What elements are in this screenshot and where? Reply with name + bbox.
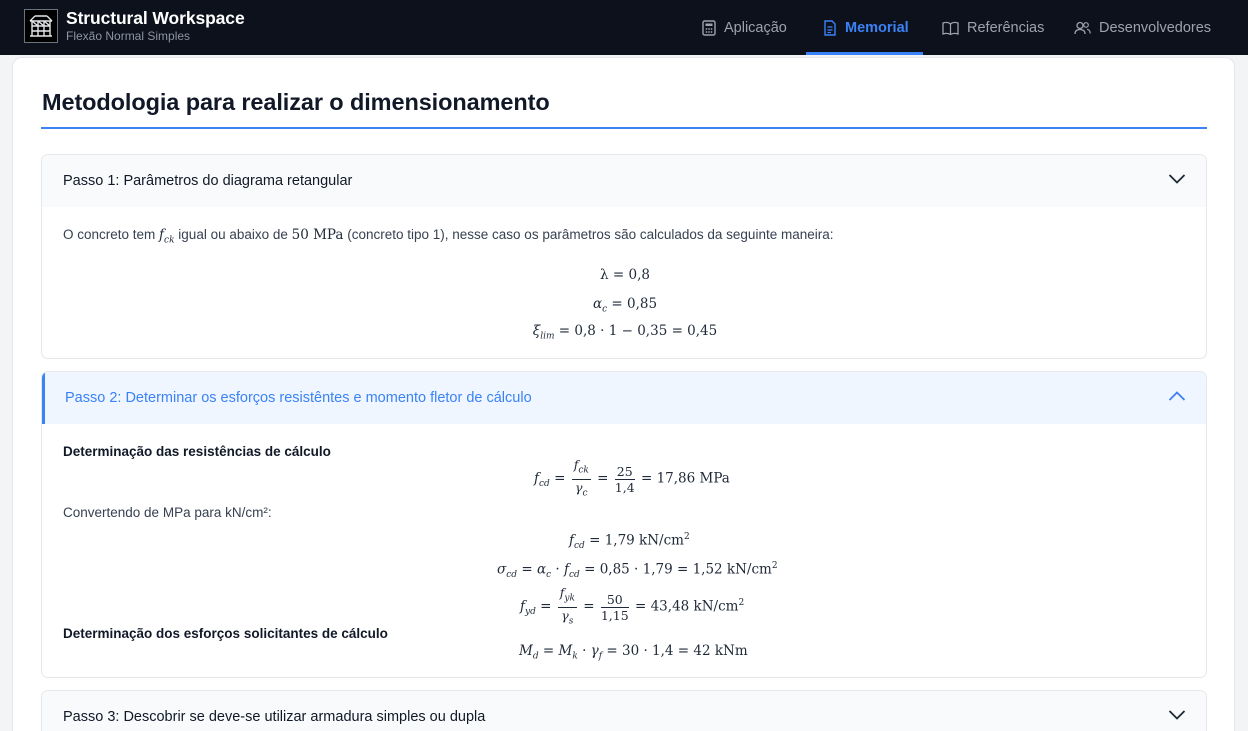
book-icon [942, 21, 959, 35]
page-title: Metodologia para realizar o dimensioname… [42, 89, 550, 115]
heading-resistencias: Determinação das resistências de cálculo [63, 444, 331, 459]
accordion-header-step-1[interactable]: Passo 1: Parâmetros do diagrama retangul… [42, 155, 1206, 207]
document-icon [824, 19, 836, 36]
equation-fcd: fcd = fck γc = 25 1,4 = 17,86 MPa [534, 457, 730, 498]
nav-label: Memorial [845, 19, 909, 36]
step-title: Passo 2: Determinar os esforços resistên… [65, 390, 532, 406]
equation-xi-lim: ξlim = 0,8 · 1 − 0,35 = 0,45 [532, 323, 718, 342]
app-title: Structural Workspace [66, 8, 245, 28]
nav-label: Desenvolvedores [1099, 19, 1212, 36]
app-logo [24, 8, 58, 43]
step-1-intro: O concreto tem fck igual ou abaixo de 50… [63, 227, 834, 246]
nav-label: Aplicação [724, 19, 787, 36]
accordion-header-step-2[interactable]: Passo 2: Determinar os esforços resistên… [42, 372, 1206, 424]
equation-fcd-kn: fcd = 1,79 kN/cm2 [569, 532, 690, 552]
step-title: Passo 3: Descobrir se deve-se utilizar a… [63, 709, 486, 725]
nav-aplicacao[interactable]: Aplicação [702, 0, 787, 55]
chevron-up-icon [1168, 391, 1186, 401]
top-navbar: Structural Workspace Flexão Normal Simpl… [0, 0, 1248, 55]
chevron-down-icon [1168, 174, 1186, 184]
chevron-down-icon [1168, 710, 1186, 720]
accordion-step-1: Passo 1: Parâmetros do diagrama retangul… [41, 154, 1207, 359]
equation-lambda: λ = 0,8 [600, 267, 650, 283]
step-title: Passo 1: Parâmetros do diagrama retangul… [63, 173, 353, 189]
content-card: Metodologia para realizar o dimensioname… [12, 57, 1235, 731]
convert-label: Convertendo de MPa para kN/cm²: [63, 505, 272, 520]
active-tab-indicator [806, 52, 923, 55]
brand[interactable]: Structural Workspace Flexão Normal Simpl… [24, 8, 245, 43]
equation-fyd: fyd = fyk γs = 50 1,15 = 43,48 kN/cm2 [520, 585, 745, 626]
equation-alpha-c: αc = 0,85 [592, 296, 658, 315]
equation-md: Md = Mk · γf = 30 · 1,4 = 42 kNm [519, 643, 748, 662]
nav-referencias[interactable]: Referências [942, 0, 1044, 55]
nav-desenvolvedores[interactable]: Desenvolvedores [1074, 0, 1211, 55]
accordion-step-3: Passo 3: Descobrir se deve-se utilizar a… [41, 690, 1207, 731]
calculator-icon [702, 19, 716, 36]
app-subtitle: Flexão Normal Simples [66, 29, 191, 43]
accordion-header-step-3[interactable]: Passo 3: Descobrir se deve-se utilizar a… [42, 691, 1206, 731]
equation-sigma-cd: σcd = αc · fcd = 0,85 · 1,79 = 1,52 kN/c… [497, 561, 778, 581]
nav-memorial[interactable]: Memorial [823, 0, 909, 55]
users-icon [1074, 21, 1091, 34]
title-divider [41, 127, 1207, 129]
heading-esforcos: Determinação dos esforços solicitantes d… [63, 626, 388, 641]
accordion-step-2: Passo 2: Determinar os esforços resistên… [41, 371, 1207, 678]
nav-label: Referências [967, 19, 1045, 36]
